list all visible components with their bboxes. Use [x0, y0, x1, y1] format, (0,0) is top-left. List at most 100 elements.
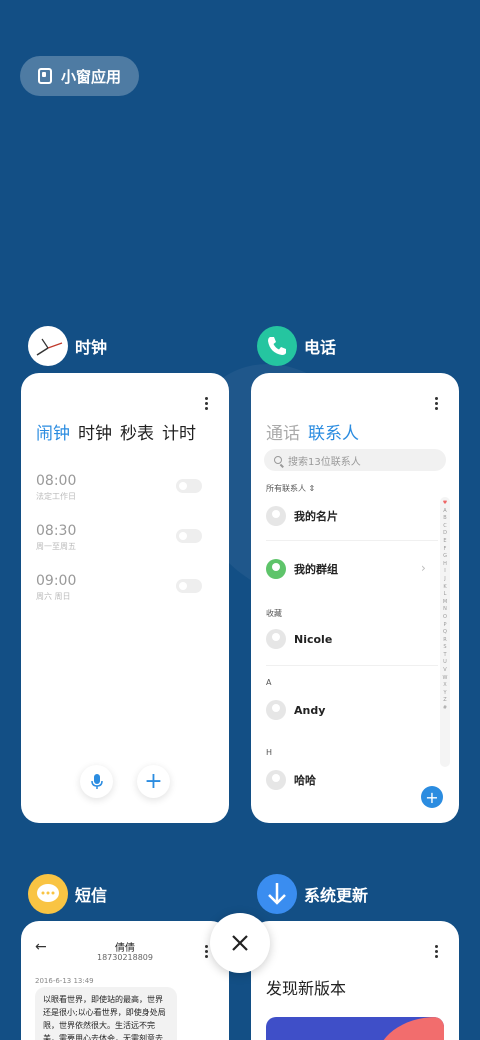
tab-timer[interactable]: 计时 — [162, 419, 196, 444]
index-letter[interactable]: S — [443, 644, 446, 652]
message-bubble: 以眼看世界，即使站的最高，世界还是很小;以心看世界，即使身处局限，世界依然很大。… — [35, 987, 177, 1040]
close-all-button[interactable] — [210, 913, 270, 973]
mini-window-icon — [38, 68, 52, 84]
alarm-toggle[interactable] — [176, 479, 202, 493]
alarm-item[interactable]: 08:30 周一至周五 — [36, 523, 216, 552]
search-icon — [274, 456, 282, 464]
index-letter[interactable]: L — [444, 591, 447, 599]
messages-app-name: 短信 — [75, 886, 108, 905]
update-app-header[interactable]: 系统更新 — [257, 874, 368, 914]
add-alarm-button[interactable]: + — [137, 765, 170, 798]
index-letter[interactable]: H — [443, 561, 447, 569]
index-letter[interactable]: ♥ — [443, 500, 447, 508]
clock-app-header[interactable]: 时钟 — [28, 326, 107, 366]
phone-app-icon — [257, 326, 297, 366]
messages-app-icon — [28, 874, 68, 914]
contact-item[interactable]: 哈哈 — [266, 770, 316, 790]
index-letter[interactable]: E — [443, 538, 446, 546]
my-groups-item[interactable]: 我的群组 — [266, 559, 338, 579]
section-letter: H — [266, 748, 273, 757]
phone-more-icon[interactable] — [435, 397, 439, 411]
index-letter[interactable]: C — [443, 523, 447, 531]
index-letter[interactable]: W — [443, 675, 448, 683]
tab-contacts[interactable]: 联系人 — [308, 419, 359, 444]
alarm-item[interactable]: 08:00 法定工作日 — [36, 473, 216, 502]
message-contact-number: 18730218809 — [97, 953, 153, 962]
update-app-name: 系统更新 — [304, 886, 369, 905]
messages-app-card[interactable]: ← 倩倩 18730218809 2016-6-13 13:49 以眼看世界，即… — [21, 921, 229, 1040]
voice-alarm-button[interactable] — [80, 765, 113, 798]
section-letter: A — [266, 678, 272, 687]
clock-app-name: 时钟 — [75, 338, 108, 357]
index-letter[interactable]: Q — [443, 629, 447, 637]
clock-app-card[interactable]: 闹钟 时钟 秒表 计时 08:00 法定工作日 08:30 周一至周五 09:0… — [21, 373, 229, 823]
index-letter[interactable]: G — [443, 553, 447, 561]
index-letter[interactable]: B — [443, 515, 446, 523]
microphone-icon — [90, 773, 103, 789]
mini-window-label: 小窗应用 — [61, 67, 122, 86]
index-letter[interactable]: J — [444, 576, 445, 584]
phone-app-header[interactable]: 电话 — [257, 326, 336, 366]
avatar — [266, 629, 286, 649]
alarm-item[interactable]: 09:00 周六 周日 — [36, 573, 216, 602]
close-icon — [232, 935, 248, 951]
my-card-item[interactable]: 我的名片 — [266, 506, 338, 526]
update-banner-image — [266, 1017, 444, 1040]
index-letter[interactable]: M — [443, 599, 447, 607]
messages-more-icon[interactable] — [205, 945, 209, 959]
alarm-toggle[interactable] — [176, 579, 202, 593]
chevron-right-icon: › — [421, 561, 426, 575]
avatar — [266, 700, 286, 720]
index-letter[interactable]: O — [443, 614, 447, 622]
favorites-section-label: 收藏 — [266, 609, 282, 618]
sort-icon: ⇕ — [308, 484, 316, 493]
add-contact-button[interactable]: + — [421, 786, 443, 808]
index-letter[interactable]: I — [444, 568, 445, 576]
contact-item[interactable]: Andy — [266, 700, 325, 720]
index-letter[interactable]: F — [444, 546, 447, 554]
tab-alarm[interactable]: 闹钟 — [36, 419, 70, 444]
search-placeholder: 搜索13位联系人 — [288, 456, 361, 468]
clock-tabs: 闹钟 时钟 秒表 计时 — [36, 419, 196, 444]
index-letter[interactable]: Z — [443, 697, 446, 705]
update-more-icon[interactable] — [435, 945, 439, 959]
mini-window-apps-button[interactable]: 小窗应用 — [20, 56, 139, 96]
phone-app-card[interactable]: 通话 联系人 搜索13位联系人 所有联系人 ⇕ 我的名片 我的群组 › 收藏 N… — [251, 373, 459, 823]
index-letter[interactable]: P — [443, 622, 446, 630]
my-groups-label: 我的群组 — [294, 563, 338, 576]
index-letter[interactable]: K — [443, 584, 446, 592]
index-letter[interactable]: V — [443, 667, 446, 675]
index-letter[interactable]: Y — [443, 690, 446, 698]
index-letter[interactable]: R — [443, 637, 446, 645]
divider — [266, 665, 438, 666]
tab-stopwatch[interactable]: 秒表 — [120, 419, 154, 444]
message-contact-name: 倩倩 — [115, 943, 135, 954]
contact-name: Andy — [294, 703, 326, 717]
tab-clock[interactable]: 时钟 — [78, 419, 112, 444]
alarm-toggle[interactable] — [176, 529, 202, 543]
tab-calls[interactable]: 通话 — [266, 419, 300, 444]
contact-search-input[interactable]: 搜索13位联系人 — [264, 449, 446, 471]
index-letter[interactable]: U — [443, 659, 447, 667]
messages-app-header[interactable]: 短信 — [28, 874, 107, 914]
avatar — [266, 770, 286, 790]
divider — [266, 540, 438, 541]
avatar — [266, 506, 286, 526]
contact-item[interactable]: Nicole — [266, 629, 332, 649]
update-app-icon — [257, 874, 297, 914]
alphabet-index-scrollbar[interactable]: ♥ A B C D E F G H I J K L M N O P Q R S T U V W X Y Z # — [440, 497, 450, 767]
index-letter[interactable]: X — [443, 682, 446, 690]
my-card-label: 我的名片 — [294, 510, 338, 523]
index-letter[interactable]: D — [443, 530, 447, 538]
index-letter[interactable]: N — [443, 606, 447, 614]
index-letter[interactable]: # — [443, 705, 447, 713]
index-letter[interactable]: A — [443, 508, 446, 516]
message-date: 2016-6-13 13:49 — [35, 977, 94, 985]
clock-more-icon[interactable] — [205, 397, 209, 411]
phone-tabs: 通话 联系人 — [266, 419, 359, 444]
group-icon — [266, 559, 286, 579]
clock-app-icon — [28, 326, 68, 366]
update-app-card[interactable]: 发现新版本 — [251, 921, 459, 1040]
index-letter[interactable]: T — [443, 652, 446, 660]
all-contacts-filter[interactable]: 所有联系人 ⇕ — [266, 483, 315, 494]
